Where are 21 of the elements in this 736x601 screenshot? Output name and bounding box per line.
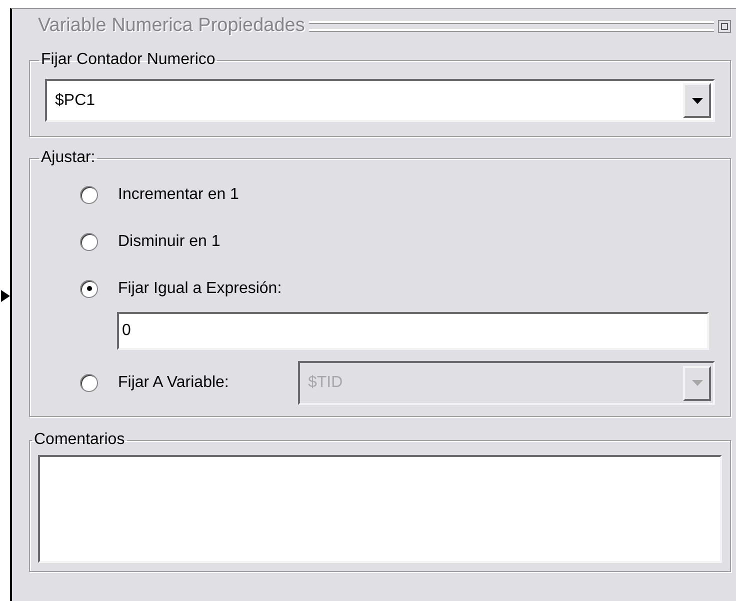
caret-icon [692, 380, 702, 386]
dropdown-value: $PC1 [55, 92, 96, 110]
expression-field[interactable]: 0 [117, 312, 709, 350]
window-title: Variable Numerica Propiedades [38, 15, 305, 37]
radio-button[interactable] [80, 232, 98, 250]
group-label: Fijar Contador Numerico [40, 51, 216, 69]
comments-field[interactable] [38, 455, 722, 563]
radio-label[interactable]: Disminuir en 1 [118, 232, 220, 250]
radio-label[interactable]: Incrementar en 1 [118, 186, 239, 204]
dropdown-value: $TID [308, 374, 344, 392]
restore-icon[interactable] [718, 20, 731, 32]
group-label: Ajustar: [40, 149, 96, 167]
group-label: Comentarios [33, 431, 126, 449]
arrow-icon [1, 290, 10, 302]
radio-label[interactable]: Fijar Igual a Expresión: [118, 280, 282, 298]
counter-dropdown[interactable]: $PC1 [45, 79, 715, 122]
radio-button[interactable] [80, 186, 98, 204]
dropdown-button[interactable] [683, 83, 711, 118]
caret-icon [692, 98, 702, 104]
radio-button[interactable] [80, 280, 98, 298]
field-value: 0 [122, 322, 131, 340]
